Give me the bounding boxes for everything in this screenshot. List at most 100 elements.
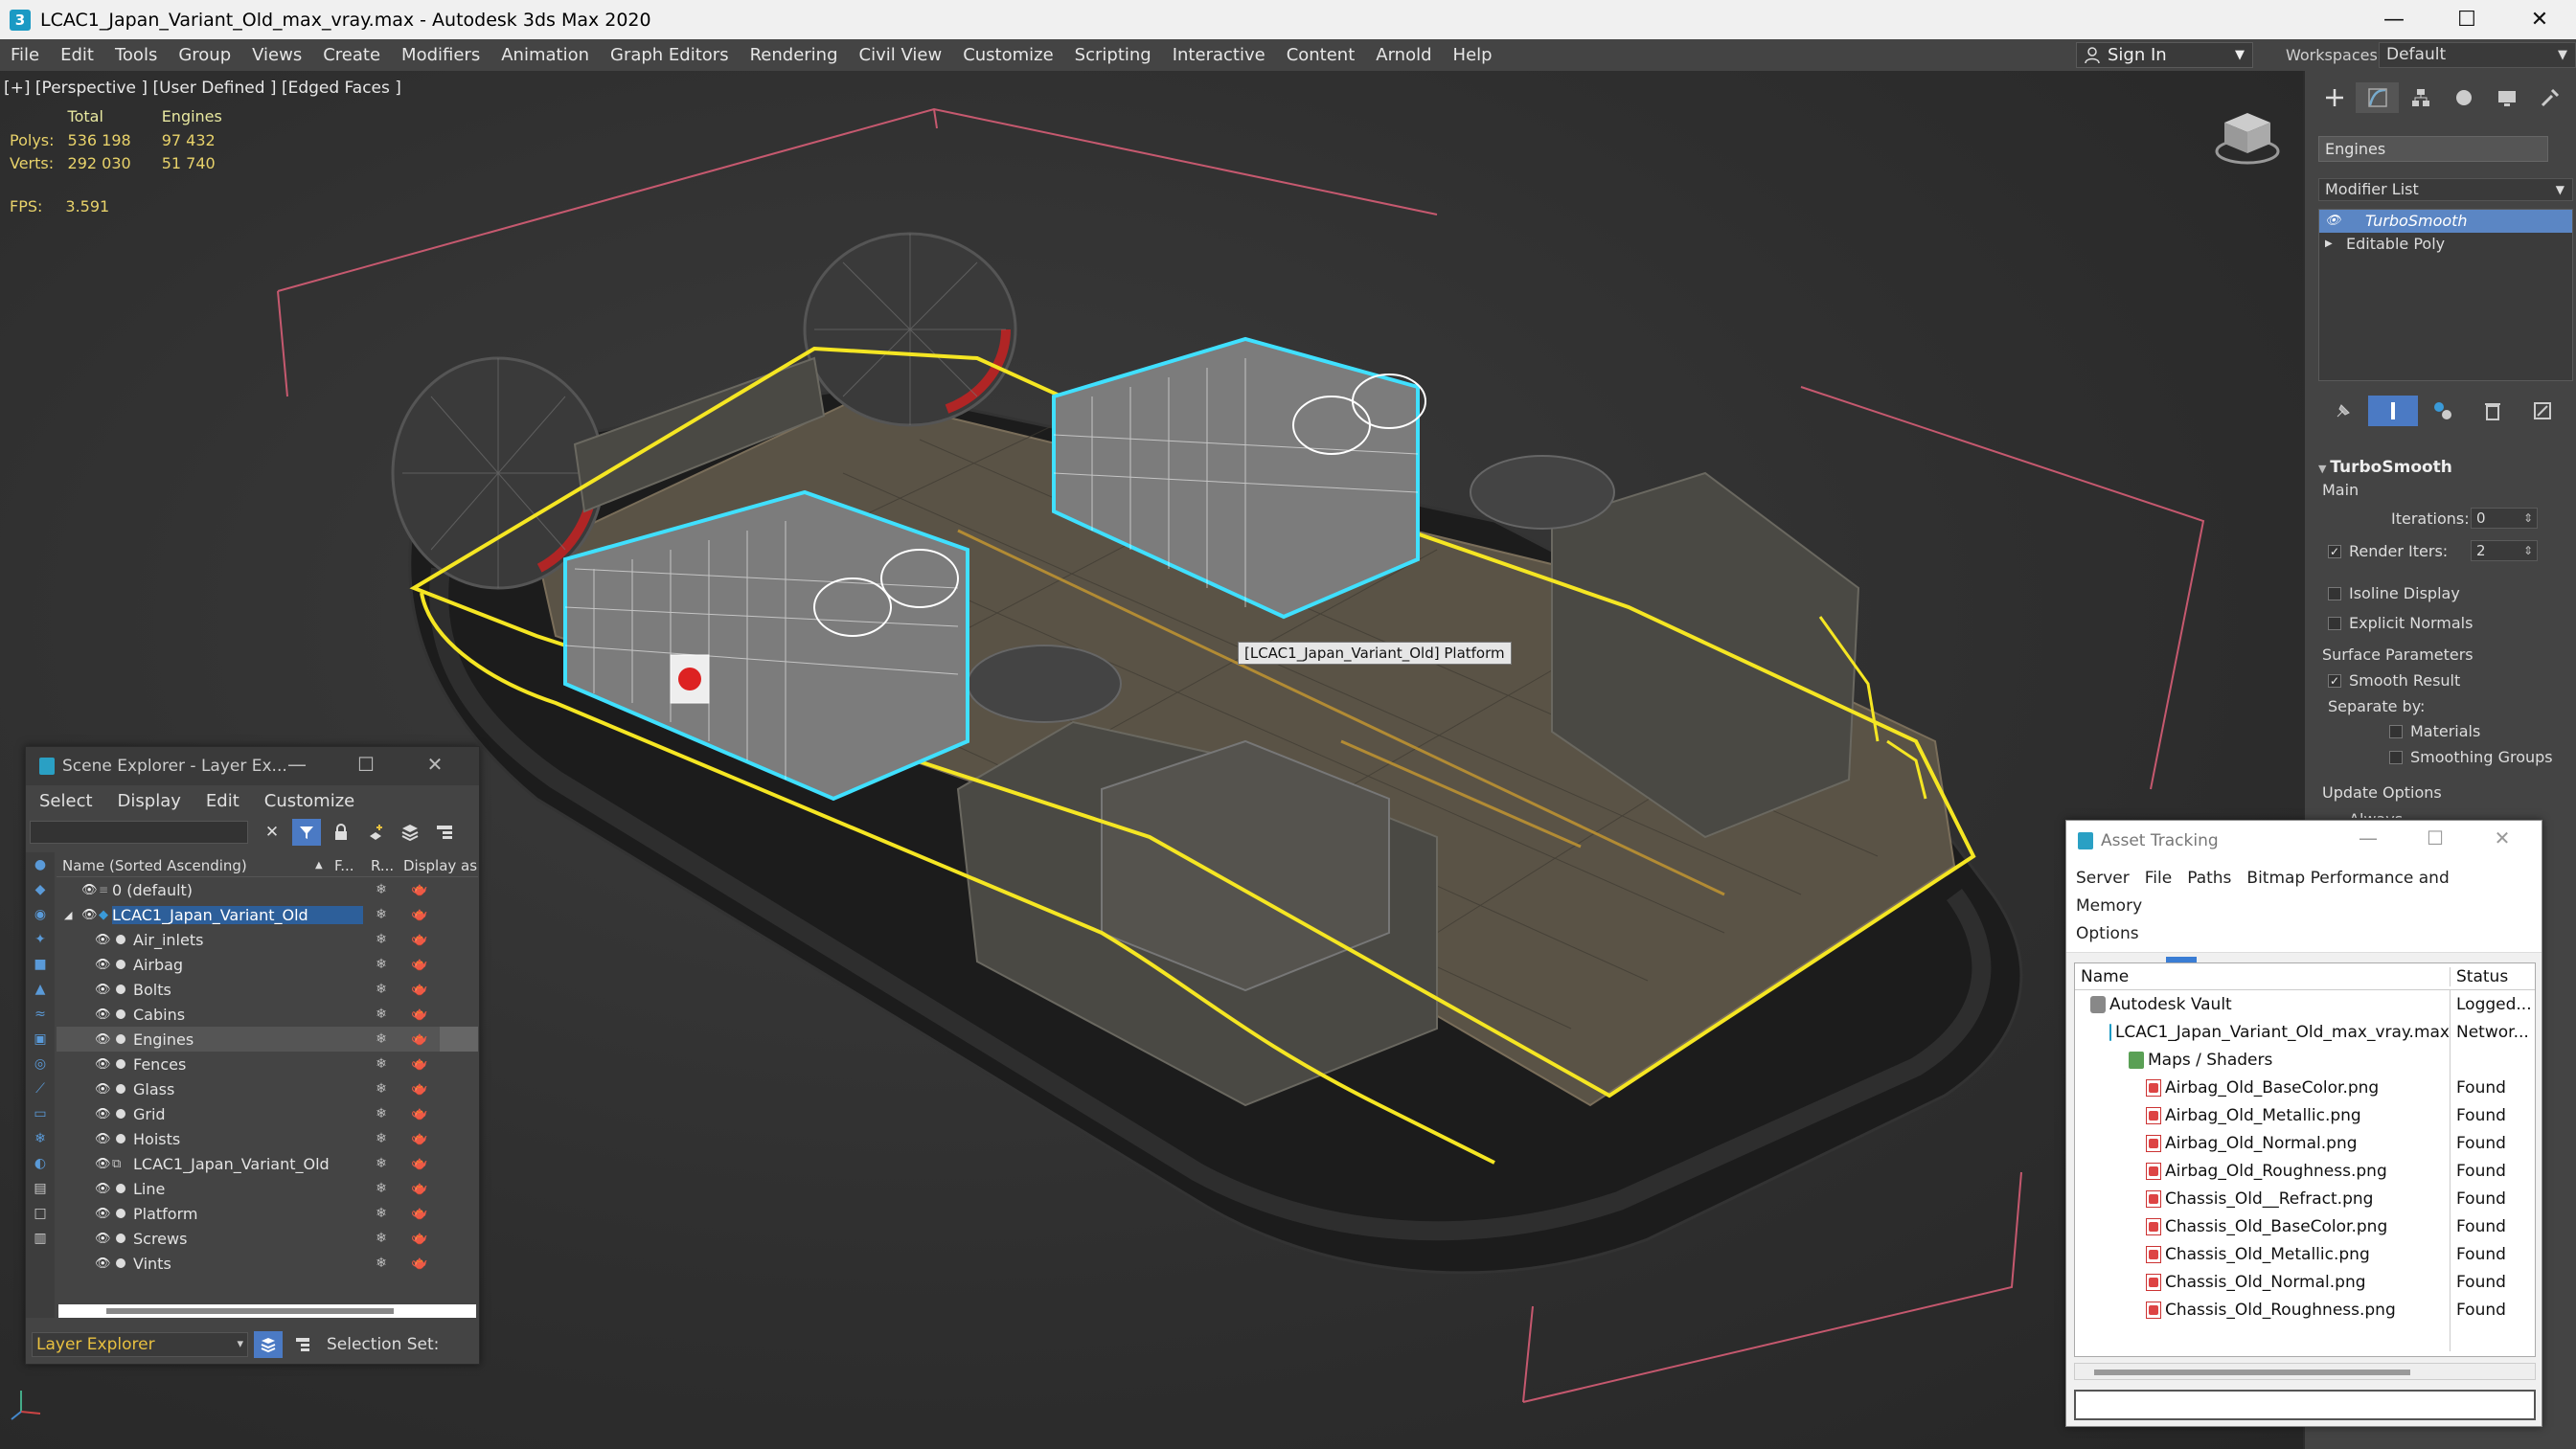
menu-civil-view[interactable]: Civil View [849,39,953,71]
menu-edit[interactable]: Edit [50,39,104,71]
freeze-icon[interactable]: ❄ [363,1131,399,1146]
menu-views[interactable]: Views [241,39,312,71]
column-status[interactable]: Status [2451,967,2508,986]
invert-display-icon[interactable]: ▥ [26,1226,55,1251]
render-iters-spinner[interactable]: 2 [2471,540,2538,561]
object-row[interactable]: 👁 Line ❄ 🫖 [57,1176,478,1201]
teapot-icon[interactable]: 🫖 [399,1256,440,1271]
menu-content[interactable]: Content [1276,39,1366,71]
object-row[interactable]: 👁 Bolts ❄ 🫖 [57,977,478,1002]
menu-arnold[interactable]: Arnold [1365,39,1442,71]
horizontal-scrollbar[interactable] [58,1304,476,1318]
asset-row[interactable]: Maps / Shaders [2075,1046,2535,1074]
teapot-icon[interactable]: 🫖 [399,1231,440,1246]
pin-stack-icon[interactable] [2318,396,2368,426]
eye-icon[interactable]: 👁 [95,1157,112,1171]
freeze-icon[interactable]: ❄ [363,1056,399,1072]
menu-bitmap-performance[interactable]: Bitmap Performance and Memory [2076,869,2450,916]
display-groups-icon[interactable]: ▣ [26,1027,55,1052]
display-hidden-icon[interactable]: ◐ [26,1151,55,1176]
object-row[interactable]: 👁 Airbag ❄ 🫖 [57,952,478,977]
menu-interactive[interactable]: Interactive [1162,39,1276,71]
object-row[interactable]: 👁 Air_inlets ❄ 🫖 [57,927,478,952]
always-radio-label[interactable]: Always [2349,810,2403,818]
asset-row[interactable]: Chassis_Old_Roughness.png Found [2075,1296,2535,1324]
asset-row[interactable]: Airbag_Old_Normal.png Found [2075,1129,2535,1157]
menu-modifiers[interactable]: Modifiers [391,39,490,71]
make-unique-icon[interactable] [2418,396,2468,426]
eye-icon[interactable]: 👁 [95,933,112,947]
search-input[interactable] [30,821,248,844]
minimize-button[interactable]: — [262,753,331,776]
menu-server[interactable]: Server [2076,869,2130,888]
expand-arrow-icon[interactable]: ▶ [2325,233,2346,256]
asset-row[interactable]: Chassis_Old__Refract.png Found [2075,1185,2535,1212]
freeze-icon[interactable]: ❄ [363,1206,399,1221]
display-none-icon[interactable]: □ [26,1201,55,1226]
teapot-icon[interactable]: 🫖 [399,932,440,947]
display-spacewarps-icon[interactable]: ≈ [26,1002,55,1027]
minimize-button[interactable]: — [2358,0,2430,39]
hierarchy-icon[interactable] [430,819,459,846]
object-row[interactable]: 👁 Screws ❄ 🫖 [57,1226,478,1251]
menu-file[interactable]: File [0,39,50,71]
column-name[interactable]: Name (Sorted Ascending) [57,857,315,874]
asset-tracking-titlebar[interactable]: Asset Tracking — ☐ ✕ [2066,821,2542,861]
menu-graph-editors[interactable]: Graph Editors [600,39,740,71]
viewport-label[interactable]: [+] [Perspective ] [User Defined ] [Edge… [4,79,401,98]
eye-icon[interactable]: 👁 [95,958,112,972]
column-renderable[interactable]: R... [371,857,403,874]
eye-icon[interactable]: 👁 [81,908,99,922]
freeze-icon[interactable]: ❄ [363,1256,399,1271]
render-iters-checkbox[interactable]: ✓ [2328,545,2341,558]
menu-tools[interactable]: Tools [104,39,168,71]
asset-row[interactable]: Airbag_Old_Roughness.png Found [2075,1157,2535,1185]
eye-icon[interactable]: 👁 [2325,210,2346,233]
close-button[interactable]: ✕ [400,753,469,776]
isoline-display-checkbox[interactable] [2328,587,2341,600]
create-tab-icon[interactable] [2313,82,2356,113]
object-row[interactable]: 👁 ⧉ LCAC1_Japan_Variant_Old ❄ 🫖 [57,1151,478,1176]
smooth-result-checkbox[interactable]: ✓ [2328,674,2341,688]
object-row[interactable]: 👁 Glass ❄ 🫖 [57,1076,478,1101]
freeze-icon[interactable]: ❄ [363,907,399,922]
display-frozen-icon[interactable]: ❄ [26,1126,55,1151]
freeze-icon[interactable]: ❄ [363,957,399,972]
asset-row[interactable]: LCAC1_Japan_Variant_Old_max_vray.max Netw… [2075,1018,2535,1046]
teapot-icon[interactable]: 🫖 [399,907,440,922]
eye-icon[interactable]: 👁 [95,1057,112,1072]
freeze-icon[interactable]: ❄ [363,1106,399,1121]
turbosmooth-rollout-title[interactable]: TurboSmooth [2318,458,2452,477]
iterations-spinner[interactable]: 0 [2471,508,2538,529]
eye-icon[interactable]: 👁 [95,1008,112,1022]
object-row[interactable]: 👁 Cabins ❄ 🫖 [57,1002,478,1027]
object-row[interactable]: 👁 Vints ❄ 🫖 [57,1251,478,1276]
layer-row[interactable]: ◢ 👁 ◆ LCAC1_Japan_Variant_Old ❄ 🫖 [57,902,478,927]
freeze-icon[interactable]: ❄ [363,1156,399,1171]
eye-icon[interactable]: 👁 [95,1082,112,1097]
asset-row[interactable]: Chassis_Old_BaseColor.png Found [2075,1212,2535,1240]
column-display-as[interactable]: Display as [403,857,478,874]
hierarchy-mode-icon[interactable] [288,1331,317,1358]
eye-icon[interactable]: 👁 [81,883,99,897]
menu-help[interactable]: Help [1443,39,1503,71]
teapot-icon[interactable]: 🫖 [399,957,440,972]
maximize-button[interactable]: ☐ [331,753,400,776]
object-row[interactable]: 👁 Fences ❄ 🫖 [57,1052,478,1076]
eye-icon[interactable]: 👁 [95,1182,112,1196]
display-xrefs-icon[interactable]: ◎ [26,1052,55,1076]
object-row[interactable]: 👁 Engines ❄ 🫖 [57,1027,478,1052]
stack-item-editable-poly[interactable]: ▶ Editable Poly [2319,233,2572,256]
menu-customize[interactable]: Customize [264,791,354,811]
eye-icon[interactable]: 👁 [95,983,112,997]
freeze-icon[interactable]: ❄ [363,932,399,947]
asset-row[interactable]: Chassis_Old_Metallic.png Found [2075,1240,2535,1268]
teapot-icon[interactable]: 🫖 [399,1156,440,1171]
add-layer-icon[interactable] [361,819,390,846]
smoothing-groups-checkbox[interactable] [2389,751,2403,764]
stack-item-turbosmooth[interactable]: 👁 TurboSmooth [2319,210,2572,233]
display-lights-icon[interactable]: ✦ [26,927,55,952]
column-frozen[interactable]: F... [334,857,371,874]
minimize-button[interactable]: — [2335,826,2402,849]
motion-tab-icon[interactable] [2442,82,2485,113]
